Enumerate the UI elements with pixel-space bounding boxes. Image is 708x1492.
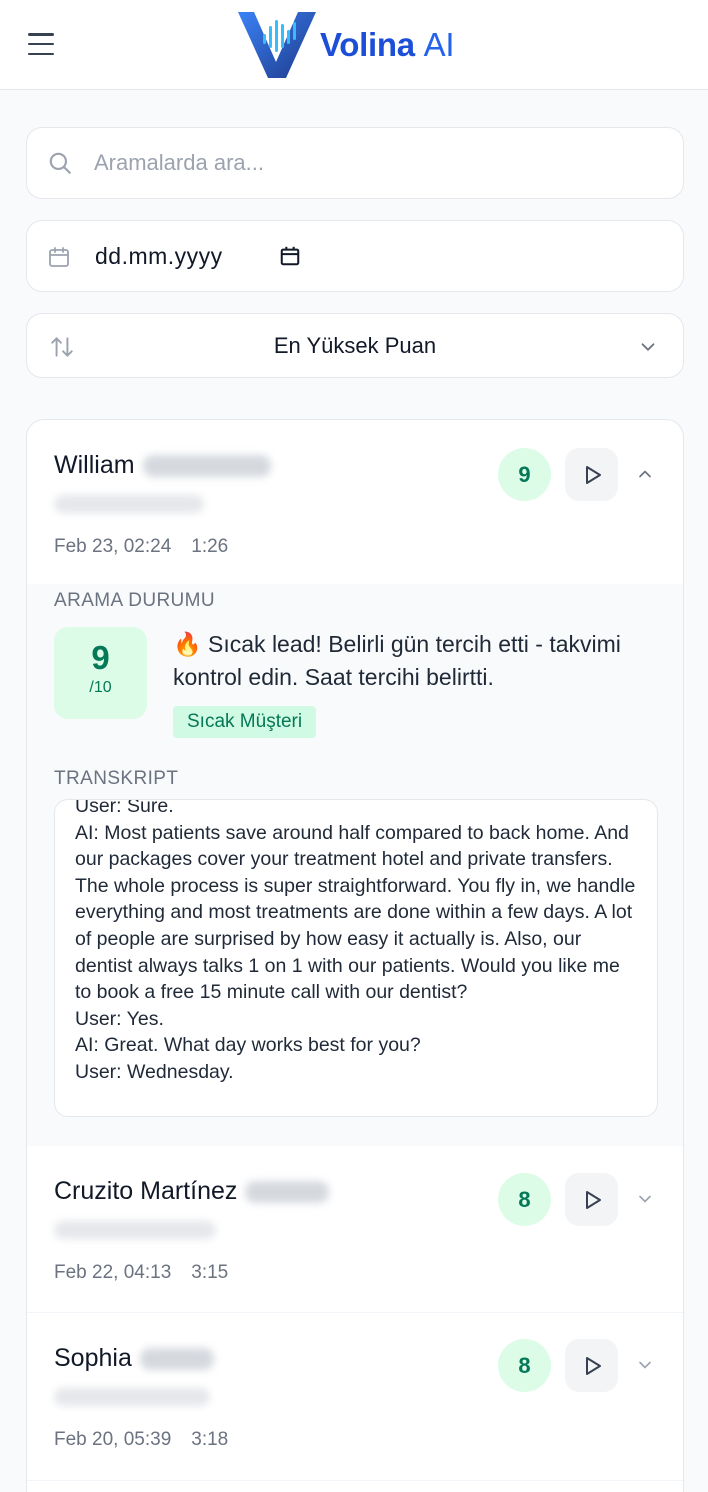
chevron-down-icon — [639, 1361, 651, 1369]
collapse-button[interactable] — [631, 460, 659, 488]
transcript-line: User: Sure. — [75, 799, 174, 817]
logo[interactable]: Volina AI — [236, 10, 455, 80]
blurred-phone — [54, 1221, 216, 1239]
call-row[interactable]: Cruzito Martínez Feb 22, 04:13 3:15 8 — [27, 1147, 683, 1312]
blurred-phone — [54, 1388, 210, 1406]
blurred-surname — [142, 455, 271, 478]
row-divider — [27, 1480, 683, 1481]
blurred-surname — [245, 1181, 330, 1204]
transcript-line: AI: Great. What day works best for you? — [75, 1034, 421, 1057]
caller-name: William — [54, 451, 271, 480]
hamburger-menu-icon[interactable] — [24, 30, 58, 58]
transcript-line: User: Wednesday. — [75, 1060, 234, 1083]
transcript-line: AI: Most patients save around half compa… — [75, 821, 641, 1004]
lead-tag: Sıcak Müşteri — [173, 706, 317, 738]
chevron-up-icon — [639, 470, 651, 478]
call-row[interactable]: William Feb 23, 02:24 1:26 9 — [27, 420, 683, 584]
search-icon — [49, 152, 71, 174]
detail-score-card: 9 /10 — [54, 627, 147, 719]
score-badge: 9 — [498, 448, 551, 501]
detail-score-max: /10 — [89, 679, 112, 696]
search-placeholder: Aramalarda ara... — [94, 150, 264, 175]
call-meta: Feb 22, 04:13 3:15 — [54, 1262, 229, 1283]
call-meta: Feb 20, 05:39 3:18 — [54, 1429, 229, 1450]
play-button[interactable] — [565, 1339, 618, 1392]
blurred-phone — [54, 495, 204, 513]
sort-label: En Yüksek Puan — [273, 333, 437, 358]
play-icon — [585, 1356, 601, 1375]
caller-name: Sophia — [54, 1344, 214, 1373]
call-list: William Feb 23, 02:24 1:26 9 ARAMA DURUMU… — [26, 419, 684, 1492]
chevron-down-icon — [639, 1195, 651, 1203]
score-badge: 8 — [498, 1339, 551, 1392]
play-icon — [585, 465, 601, 484]
transcript-box[interactable]: User: Sure. AI: Most patients save aroun… — [54, 799, 658, 1117]
expand-button[interactable] — [631, 1351, 659, 1379]
blurred-surname — [139, 1348, 214, 1371]
expand-button[interactable] — [631, 1185, 659, 1213]
play-button[interactable] — [565, 1173, 618, 1226]
call-meta: Feb 23, 02:24 1:26 — [54, 536, 229, 557]
status-section-title: ARAMA DURUMU — [54, 590, 216, 611]
call-row[interactable]: Sophia Feb 20, 05:39 3:18 8 — [27, 1313, 683, 1480]
sort-select[interactable]: En Yüksek Puan — [26, 313, 684, 378]
play-button[interactable] — [565, 448, 618, 501]
transcript-section-title: TRANSKRIPT — [54, 768, 179, 789]
status-message: 🔥 Sıcak lead! Belirli gün tercih etti - … — [173, 631, 621, 690]
date-value: dd.mm.yyyy — [95, 243, 223, 269]
top-bar: Volina AI — [0, 0, 708, 90]
date-filter-input[interactable]: dd.mm.yyyy — [26, 220, 684, 292]
search-input[interactable]: Aramalarda ara... — [26, 127, 684, 199]
date-picker-icon[interactable] — [279, 245, 301, 267]
volina-logo-icon — [238, 12, 316, 78]
score-badge: 8 — [498, 1173, 551, 1226]
caller-name: Cruzito Martínez — [54, 1177, 330, 1206]
detail-score: 9 — [91, 639, 110, 676]
play-icon — [585, 1190, 601, 1209]
call-detail-panel: ARAMA DURUMU 9 /10 🔥 Sıcak lead! Belirli… — [27, 584, 683, 1146]
calendar-icon — [49, 247, 69, 267]
chevron-down-icon — [641, 343, 655, 352]
transcript-line: User: Yes. — [75, 1007, 164, 1030]
brand-name: Volina AI — [320, 26, 455, 63]
